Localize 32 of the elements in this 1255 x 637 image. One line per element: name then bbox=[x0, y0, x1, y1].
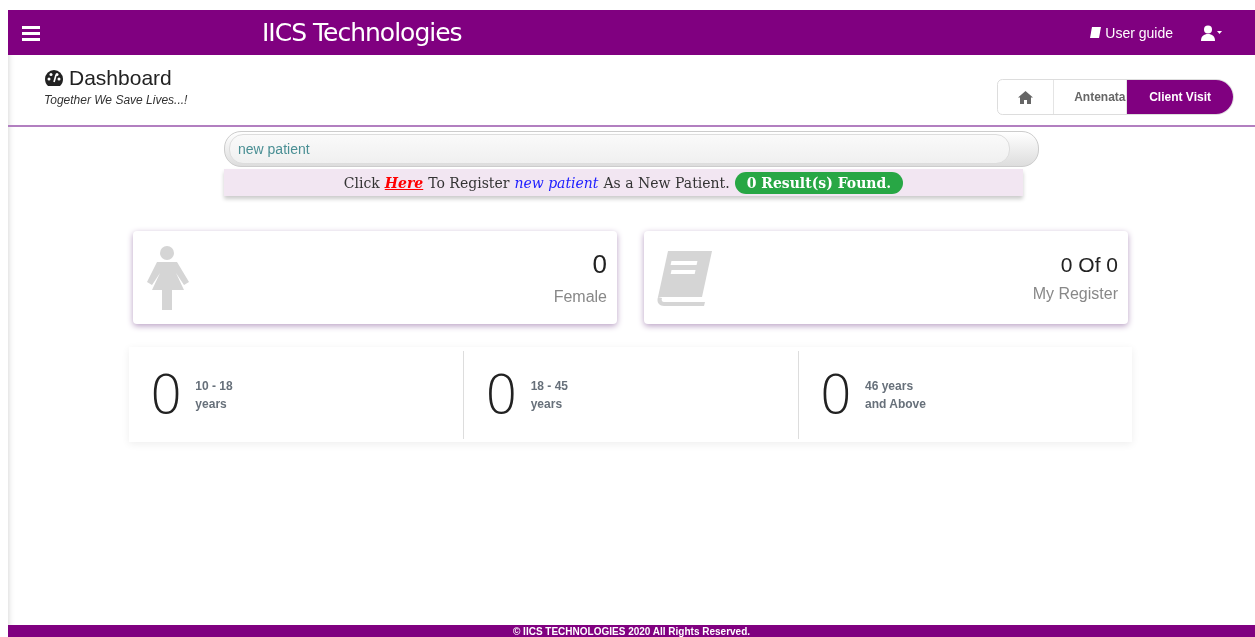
hint-text: Click bbox=[343, 174, 380, 191]
search-query: new patient bbox=[514, 174, 599, 191]
user-guide-link[interactable]: User guide bbox=[1089, 24, 1173, 41]
hint-text: To Register bbox=[428, 174, 510, 191]
user-menu-button[interactable] bbox=[1201, 24, 1223, 41]
age-range-label: 46 years bbox=[865, 378, 915, 393]
age-group-count: 0 bbox=[818, 363, 853, 426]
register-link[interactable]: Here bbox=[384, 174, 424, 191]
footer-text: © IICS TECHNOLOGIES 2020 All Rights Reserved. bbox=[8, 625, 1255, 637]
search-field[interactable]: new patient bbox=[224, 131, 1039, 167]
age-group-count: 0 bbox=[484, 363, 519, 426]
tagline: Together We Save Lives...! bbox=[44, 93, 188, 107]
home-icon bbox=[1018, 90, 1034, 104]
dashboard-icon bbox=[44, 69, 64, 87]
stat-value: 0 bbox=[592, 249, 607, 280]
age-range-label: 18 - 45 bbox=[530, 378, 569, 393]
user-icon bbox=[1201, 24, 1223, 41]
hint-text: As a New Patient. bbox=[603, 174, 730, 191]
app-title: IICS Technologies bbox=[262, 18, 462, 47]
age-range-label: and Above bbox=[865, 396, 926, 411]
result-count-badge: 0 Result(s) Found. bbox=[734, 171, 904, 194]
stat-label: My Register bbox=[1032, 284, 1118, 303]
stat-label: Female bbox=[553, 288, 607, 306]
stat-value: 0 Of 0 bbox=[1060, 252, 1118, 277]
age-group-count: 0 bbox=[149, 363, 184, 426]
age-range-label: years bbox=[530, 396, 564, 411]
page-title: Dashboard bbox=[69, 66, 172, 90]
age-range-label: years bbox=[195, 396, 228, 411]
breadcrumb-item[interactable]: Client Visit bbox=[1126, 80, 1233, 114]
menu-icon[interactable] bbox=[22, 24, 40, 41]
book-icon bbox=[1089, 26, 1103, 39]
age-range-label: 10 - 18 bbox=[195, 378, 233, 393]
